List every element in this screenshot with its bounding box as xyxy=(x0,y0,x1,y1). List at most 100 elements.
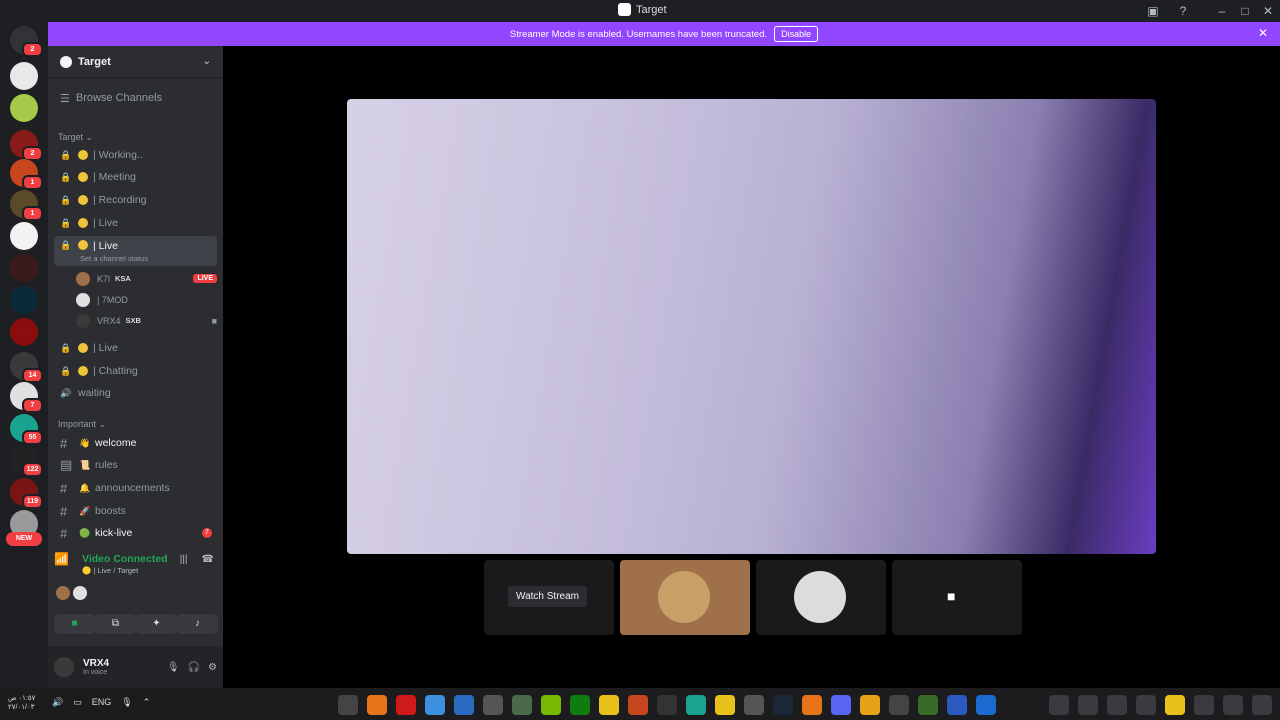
voice-channel[interactable]: 🔒 | Live xyxy=(54,213,217,233)
app-icon[interactable] xyxy=(802,695,822,715)
voice-channel[interactable]: 🔊 waiting xyxy=(54,383,217,403)
text-channel[interactable]: # 🔔 announcements xyxy=(54,478,217,498)
search-icon[interactable] xyxy=(1223,695,1243,715)
server-icon[interactable] xyxy=(10,254,38,282)
text-channel[interactable]: # 🟢 kick-live 7 xyxy=(54,523,217,543)
participant-tile[interactable] xyxy=(620,560,750,635)
voice-user[interactable]: K7l KSA LIVE xyxy=(76,269,217,288)
folder-icon[interactable] xyxy=(1165,695,1185,715)
text-channel[interactable]: ▤ 📜 rules xyxy=(54,455,217,475)
voice-location[interactable]: 🟡 | Live / Target xyxy=(82,566,138,575)
app-icon[interactable] xyxy=(599,695,619,715)
microphone-icon[interactable]: 🎙 xyxy=(167,662,180,673)
watch-stream-button[interactable]: Watch Stream xyxy=(508,586,587,607)
close-banner-icon[interactable]: ✕ xyxy=(1258,26,1268,40)
server-icon[interactable] xyxy=(10,286,38,314)
app-icon[interactable] xyxy=(686,695,706,715)
app-icon[interactable] xyxy=(512,695,532,715)
app-icon[interactable] xyxy=(947,695,967,715)
app-icon[interactable] xyxy=(831,695,851,715)
username[interactable]: VRX4 xyxy=(83,658,109,669)
server-icon[interactable]: 1 xyxy=(10,190,43,221)
app-icon[interactable] xyxy=(425,695,445,715)
voice-user[interactable]: VRX4 SXB ■ xyxy=(76,311,217,330)
noise-suppression-icon[interactable]: ||| xyxy=(180,554,188,565)
participant-tile[interactable]: ■ xyxy=(892,560,1022,635)
app-icon[interactable] xyxy=(454,695,474,715)
server-icon[interactable]: 2 xyxy=(10,130,43,161)
app-icon[interactable] xyxy=(570,695,590,715)
disable-streamer-mode-button[interactable]: Disable xyxy=(774,26,819,42)
app-icon[interactable] xyxy=(773,695,793,715)
participant-tile[interactable] xyxy=(756,560,886,635)
app-icon[interactable] xyxy=(628,695,648,715)
server-icon[interactable] xyxy=(10,222,38,250)
app-icon[interactable] xyxy=(1078,695,1098,715)
text-channel[interactable]: # 👋 welcome xyxy=(54,433,217,453)
minimize-icon[interactable]: – xyxy=(1214,3,1230,19)
server-icon[interactable]: 119 xyxy=(10,478,43,509)
app-icon[interactable] xyxy=(889,695,909,715)
app-icon[interactable] xyxy=(918,695,938,715)
voice-channel[interactable]: 🔒 | Meeting xyxy=(54,167,217,187)
screen-share-button[interactable]: ⧉ xyxy=(95,614,136,634)
settings-icon[interactable] xyxy=(1049,695,1069,715)
language-indicator[interactable]: ENG xyxy=(92,697,112,708)
avatar[interactable] xyxy=(56,586,70,600)
category-important[interactable]: Important ⌄ xyxy=(58,419,106,430)
server-icon[interactable]: 14 xyxy=(10,352,43,383)
chevron-up-icon[interactable]: ⌃ xyxy=(143,697,151,708)
server-icon[interactable]: 55 xyxy=(10,414,43,445)
app-icon[interactable] xyxy=(715,695,735,715)
avatar[interactable] xyxy=(54,657,74,677)
stream-tile[interactable]: Watch Stream xyxy=(484,560,614,635)
app-icon[interactable] xyxy=(744,695,764,715)
text-channel[interactable]: # 🚀 boosts xyxy=(54,501,217,521)
volume-icon[interactable]: 🔊 xyxy=(52,697,63,708)
gear-icon[interactable]: ⚙ xyxy=(208,662,217,673)
app-icon[interactable] xyxy=(657,695,677,715)
soundboard-button[interactable]: ♪ xyxy=(177,614,218,634)
server-icon[interactable] xyxy=(10,318,38,346)
voice-status[interactable]: Video Connected xyxy=(82,553,168,565)
server-icon[interactable]: 7 xyxy=(10,382,43,413)
app-icon[interactable] xyxy=(1194,695,1214,715)
app-icon[interactable] xyxy=(1107,695,1127,715)
app-icon[interactable] xyxy=(541,695,561,715)
camera-button[interactable]: ■ xyxy=(54,614,95,634)
voice-user[interactable]: | 7MOD xyxy=(76,290,217,309)
inbox-icon[interactable]: ▣ xyxy=(1145,3,1161,19)
server-icon[interactable] xyxy=(10,94,38,122)
app-icon[interactable] xyxy=(396,695,416,715)
headphones-icon[interactable]: 🎧 xyxy=(188,662,200,673)
close-window-icon[interactable]: ✕ xyxy=(1260,3,1276,19)
server-header[interactable]: Target ⌄ xyxy=(48,46,223,78)
voice-channel[interactable]: 🔒 | Working.. xyxy=(54,145,217,165)
app-icon[interactable] xyxy=(367,695,387,715)
video-feed[interactable] xyxy=(347,99,1156,554)
new-badge[interactable]: NEW xyxy=(6,532,42,546)
microphone-icon[interactable]: 🎙 xyxy=(121,697,132,708)
maximize-icon[interactable]: □ xyxy=(1237,3,1253,19)
app-icon[interactable] xyxy=(976,695,996,715)
avatar[interactable] xyxy=(73,586,87,600)
activities-button[interactable]: ✦ xyxy=(136,614,177,634)
server-icon[interactable]: 122 xyxy=(10,446,43,477)
voice-channel[interactable]: 🔒 | Live xyxy=(54,338,217,358)
voice-channel[interactable]: 🔒 | Chatting xyxy=(54,361,217,381)
server-icon[interactable] xyxy=(10,62,38,90)
home-discord-icon[interactable]: 2 xyxy=(10,26,43,57)
app-icon[interactable] xyxy=(338,695,358,715)
category-target[interactable]: Target ⌄ xyxy=(58,132,93,143)
app-icon[interactable] xyxy=(860,695,880,715)
app-icon[interactable] xyxy=(1136,695,1156,715)
disconnect-icon[interactable]: ☎ xyxy=(202,554,214,565)
browse-channels-button[interactable]: ☰ Browse Channels xyxy=(56,88,216,108)
server-icon[interactable]: 1 xyxy=(10,159,43,190)
voice-channel[interactable]: 🔒 | Recording xyxy=(54,190,217,210)
app-icon[interactable] xyxy=(483,695,503,715)
voice-channel-active[interactable]: 🔒 | Live Set a channel status xyxy=(54,236,217,266)
network-icon[interactable]: ▭ xyxy=(73,697,82,708)
channel-status[interactable]: Set a channel status xyxy=(80,254,148,263)
clock[interactable]: ٠١:٥٧ ص ٢٧/٠١/٠٣ xyxy=(8,694,35,712)
